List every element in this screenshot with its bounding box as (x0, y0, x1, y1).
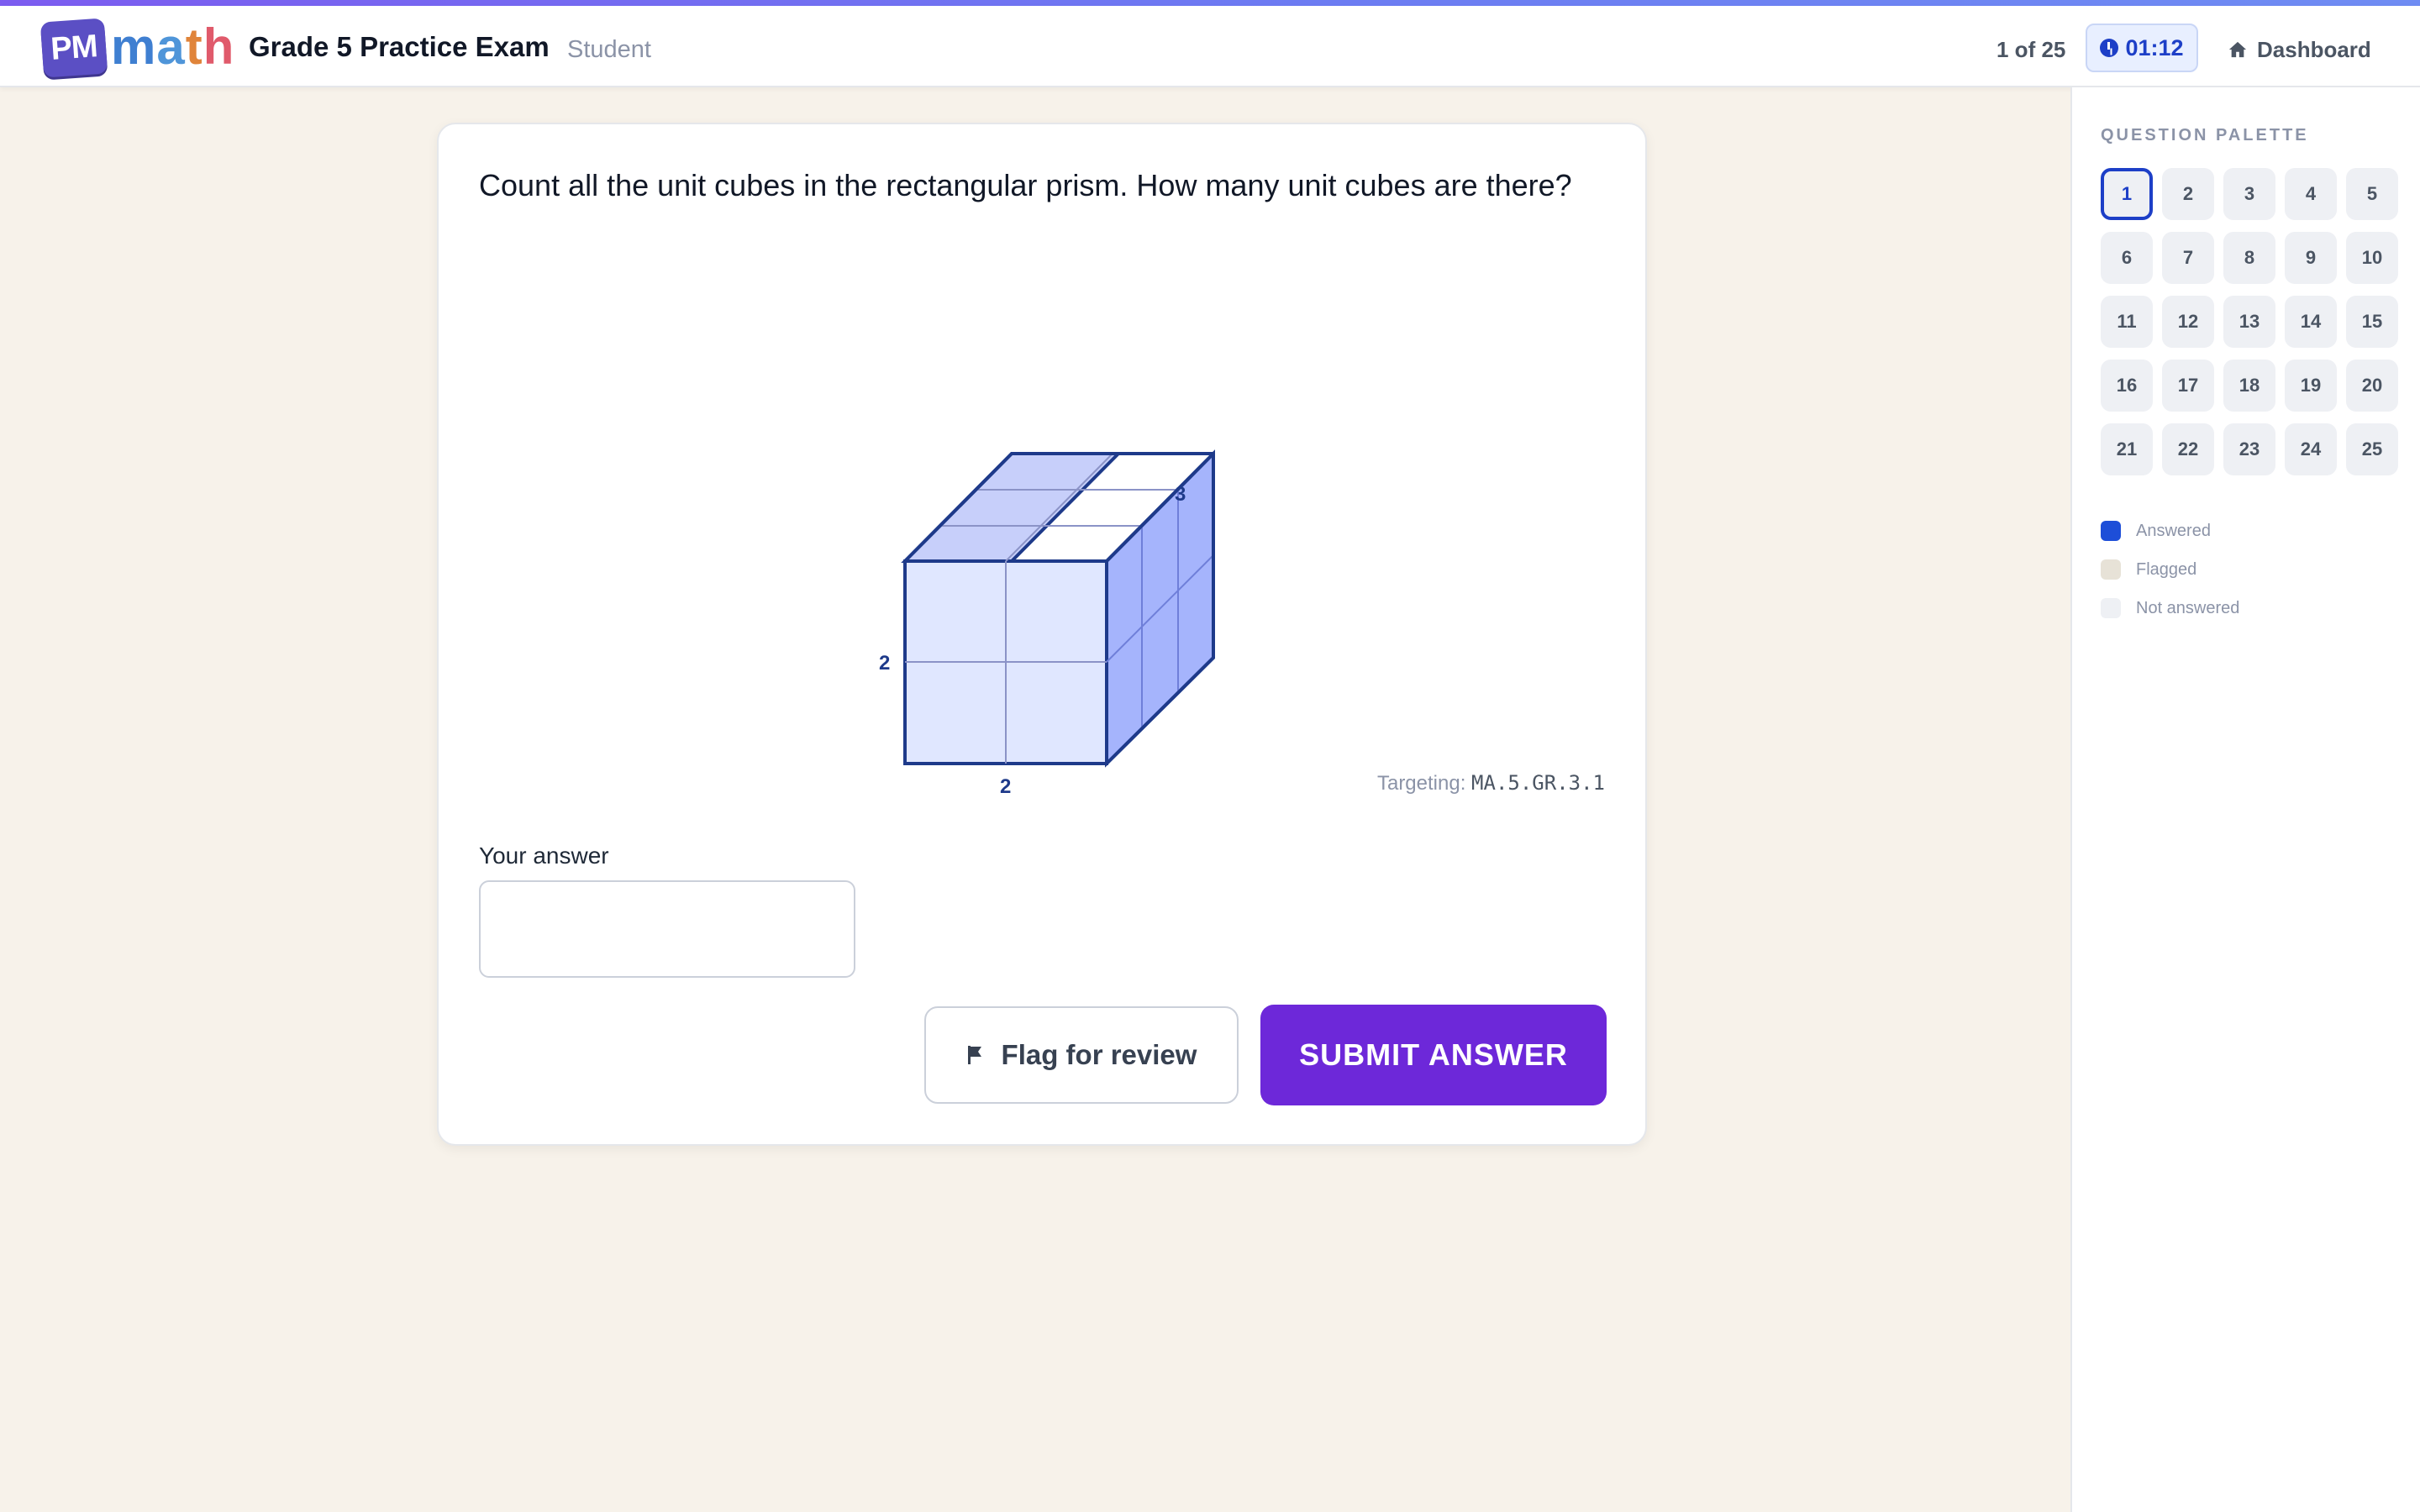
standard-code: MA.5.GR.3.1 (1471, 771, 1605, 795)
palette-question-11[interactable]: 11 (2101, 296, 2153, 348)
palette-question-17[interactable]: 17 (2162, 360, 2214, 412)
palette-question-23[interactable]: 23 (2223, 423, 2275, 475)
question-progress: 1 of 25 (1996, 37, 2066, 62)
legend-label: Not answered (2136, 598, 2240, 617)
palette-question-8[interactable]: 8 (2223, 232, 2275, 284)
palette-question-9[interactable]: 9 (2285, 232, 2337, 284)
logo-letter: t (185, 18, 203, 75)
palette-question-19[interactable]: 19 (2285, 360, 2337, 412)
legend-swatch (2101, 521, 2121, 541)
question-text: Count all the unit cubes in the rectangu… (479, 168, 1572, 202)
answer-input[interactable] (479, 880, 855, 978)
palette-question-12[interactable]: 12 (2162, 296, 2214, 348)
palette-question-20[interactable]: 20 (2346, 360, 2398, 412)
palette-question-3[interactable]: 3 (2223, 168, 2275, 220)
legend-item: Answered (2101, 512, 2239, 550)
timer-value: 01:12 (2125, 34, 2184, 60)
submit-answer-button[interactable]: SUBMIT ANSWER (1260, 1005, 1607, 1105)
timer-badge: 01:12 (2086, 24, 2198, 72)
question-palette: QUESTION PALETTE 1 2 3 4 5 6 7 8 9 10 11 12 13 14 15 16… (2070, 87, 2420, 1512)
role-label: Student (567, 36, 651, 63)
house-icon (2228, 41, 2247, 58)
logo-letter: h (203, 18, 235, 75)
palette-question-1[interactable]: 1 (2101, 168, 2153, 220)
palette-question-16[interactable]: 16 (2101, 360, 2153, 412)
question-card: Count all the unit cubes in the rectangu… (437, 123, 1647, 1146)
palette-question-13[interactable]: 13 (2223, 296, 2275, 348)
palette-legend: Answered Flagged Not answered (2101, 512, 2239, 627)
flag-for-review-button[interactable]: Flag for review (924, 1006, 1239, 1104)
palette-question-2[interactable]: 2 (2162, 168, 2214, 220)
height-label: 2 (879, 652, 890, 675)
palette-question-22[interactable]: 22 (2162, 423, 2214, 475)
palette-question-6[interactable]: 6 (2101, 232, 2153, 284)
flag-button-label: Flag for review (1001, 1039, 1197, 1070)
dashboard-link[interactable]: Dashboard (2228, 31, 2371, 68)
palette-question-18[interactable]: 18 (2223, 360, 2275, 412)
width-label: 2 (1000, 775, 1011, 798)
palette-question-7[interactable]: 7 (2162, 232, 2214, 284)
legend-label: Answered (2136, 521, 2211, 540)
palette-question-21[interactable]: 21 (2101, 423, 2153, 475)
answer-label: Your answer (479, 843, 609, 869)
palette-question-5[interactable]: 5 (2346, 168, 2398, 220)
palette-question-15[interactable]: 15 (2346, 296, 2398, 348)
palette-question-10[interactable]: 10 (2346, 232, 2398, 284)
clock-icon (2100, 39, 2119, 57)
legend-swatch (2101, 559, 2121, 580)
top-accent-bar (0, 0, 2420, 6)
prism-figure: 2 2 3 (879, 449, 1215, 798)
palette-question-4[interactable]: 4 (2285, 168, 2337, 220)
depth-label: 3 (1175, 483, 1186, 506)
prism-top-face (901, 452, 1123, 563)
palette-question-24[interactable]: 24 (2285, 423, 2337, 475)
logo-letter: m (111, 18, 157, 75)
targeting-label: Targeting: (1376, 772, 1466, 795)
legend-swatch (2101, 598, 2121, 618)
logo-letter: a (156, 18, 186, 75)
legend-item: Not answered (2101, 589, 2239, 627)
legend-label: Flagged (2136, 559, 2197, 579)
exam-title: Grade 5 Practice Exam (249, 31, 550, 62)
dashboard-label: Dashboard (2257, 36, 2371, 62)
top-bar: PM math Grade 5 Practice Exam Student 1 … (0, 6, 2420, 87)
flag-icon (967, 1046, 981, 1064)
palette-question-25[interactable]: 25 (2346, 423, 2398, 475)
palette-grid: 1 2 3 4 5 6 7 8 9 10 11 12 13 14 15 16 17 18 19 20 21 22 23 24 2… (2101, 168, 2398, 475)
legend-item: Flagged (2101, 550, 2239, 589)
logo-wordmark: math (111, 18, 234, 76)
palette-heading: QUESTION PALETTE (2101, 126, 2309, 144)
palette-question-14[interactable]: 14 (2285, 296, 2337, 348)
targeting-standard: Targeting: MA.5.GR.3.1 (1377, 771, 1605, 795)
logo-badge: PM (39, 18, 108, 78)
